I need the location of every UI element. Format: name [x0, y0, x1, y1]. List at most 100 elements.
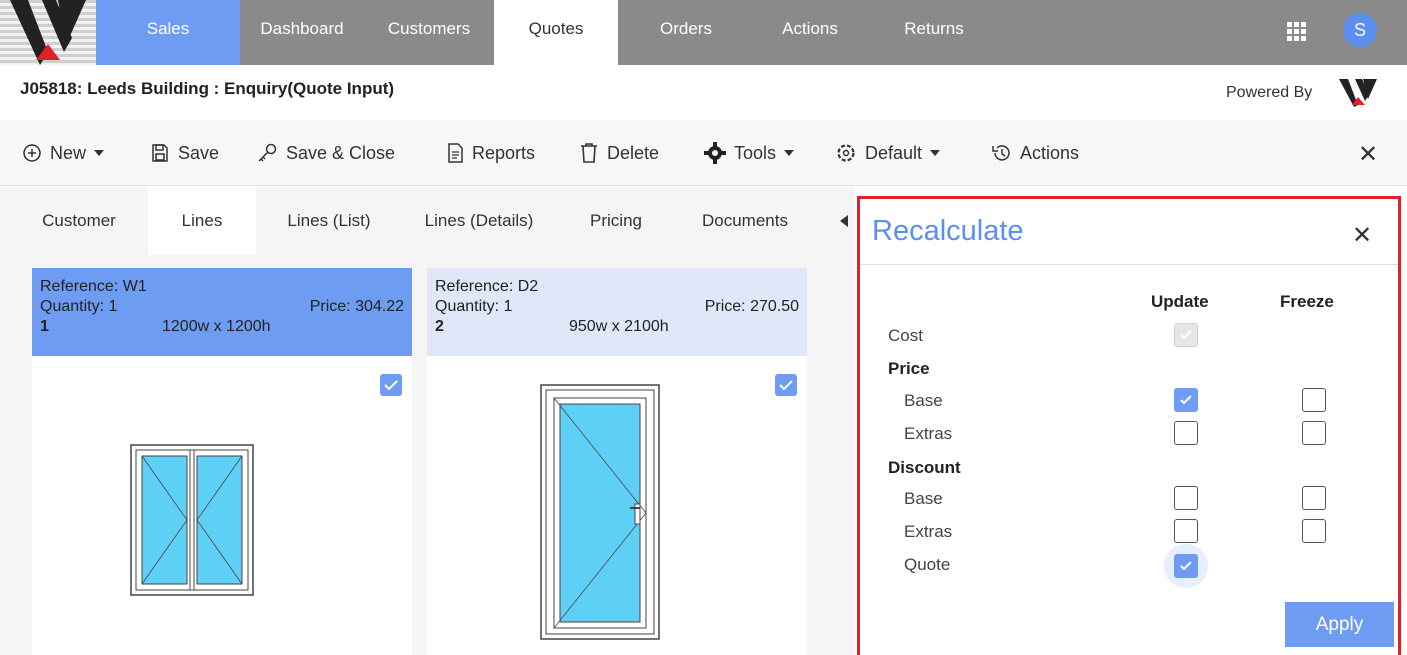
door-drawing — [540, 384, 660, 640]
price-extras-freeze-checkbox[interactable] — [1302, 421, 1326, 445]
chevron-left-icon[interactable] — [840, 215, 850, 227]
discount-section-label: Discount — [888, 458, 961, 477]
nav-tab-orders[interactable]: Orders — [618, 0, 754, 65]
page-header: J05818: Leeds Building : Enquiry(Quote I… — [0, 65, 1407, 120]
save-label: Save — [178, 142, 220, 163]
tab-lines-details[interactable]: Lines (Details) — [400, 187, 558, 255]
nav-tab-returns[interactable]: Returns — [866, 0, 1002, 65]
tools-button[interactable]: Tools — [704, 141, 795, 165]
powered-by-logo-icon — [1339, 79, 1377, 107]
discount-base-freeze-checkbox[interactable] — [1302, 486, 1326, 510]
recalculate-panel: Recalculate ✕ Update Freeze Cost Price B… — [857, 196, 1401, 655]
line-reference: Reference: D2 — [435, 278, 539, 295]
nav-tab-actions[interactable]: Actions — [754, 0, 866, 65]
logo-mark-icon — [10, 0, 86, 65]
company-logo — [0, 0, 96, 65]
checkmark-icon — [1180, 395, 1192, 405]
line-card-header: Reference: W1 Quantity: 1 Price: 304.22 1… — [32, 268, 412, 356]
line-select-checkbox[interactable] — [775, 374, 797, 396]
delete-button[interactable]: Delete — [579, 141, 659, 165]
apply-button[interactable]: Apply — [1285, 602, 1394, 647]
reports-button[interactable]: Reports — [446, 141, 535, 165]
new-button[interactable]: New — [22, 141, 105, 165]
line-reference: Reference: W1 — [40, 278, 147, 295]
line-price: Price: 304.22 — [309, 298, 404, 315]
nav-tab-quotes[interactable]: Quotes — [494, 0, 618, 65]
default-button[interactable]: Default — [835, 141, 941, 165]
plus-circle-icon — [23, 144, 41, 162]
window-drawing — [130, 444, 254, 596]
checkmark-icon — [779, 380, 793, 391]
actions-button[interactable]: Actions — [990, 141, 1079, 165]
tab-customer[interactable]: Customer — [18, 187, 140, 255]
toolbar: New Save Save & Close Reports Delete Too… — [0, 120, 1407, 186]
user-avatar[interactable]: S — [1343, 13, 1377, 47]
line-number: 2 — [435, 318, 444, 335]
app-grid-icon[interactable] — [1287, 22, 1307, 42]
caret-down-icon — [930, 150, 941, 156]
floppy-disk-icon — [152, 144, 168, 162]
cost-update-checkbox — [1174, 323, 1198, 347]
tab-documents[interactable]: Documents — [674, 187, 816, 255]
tab-lines-list[interactable]: Lines (List) — [264, 187, 394, 255]
save-close-button[interactable]: Save & Close — [256, 141, 395, 165]
line-quantity: Quantity: 1 — [435, 298, 513, 315]
line-size: 1200w x 1200h — [162, 318, 271, 335]
price-base-label: Base — [904, 391, 943, 410]
line-number: 1 — [40, 318, 49, 335]
default-label: Default — [865, 142, 923, 163]
checkmark-icon — [1180, 330, 1192, 340]
close-icon[interactable]: ✕ — [1358, 143, 1378, 167]
tab-pricing[interactable]: Pricing — [566, 187, 666, 255]
report-document-icon — [448, 143, 463, 163]
price-base-update-checkbox[interactable] — [1174, 388, 1198, 412]
tab-lines[interactable]: Lines — [148, 187, 256, 255]
history-icon — [992, 145, 1010, 161]
save-button[interactable]: Save — [150, 141, 219, 165]
price-section-label: Price — [888, 359, 930, 378]
divider — [860, 264, 1398, 265]
discount-extras-update-checkbox[interactable] — [1174, 519, 1198, 543]
delete-label: Delete — [607, 142, 660, 163]
line-select-checkbox[interactable] — [380, 374, 402, 396]
tools-label: Tools — [734, 142, 777, 163]
top-nav: Sales Dashboard Customers Quotes Orders … — [0, 0, 1407, 65]
nav-tab-customers[interactable]: Customers — [364, 0, 494, 65]
record-tabs: Customer Lines Lines (List) Lines (Detai… — [0, 187, 855, 255]
discount-quote-update-checkbox[interactable] — [1174, 554, 1198, 578]
page-title: J05818: Leeds Building : Enquiry(Quote I… — [20, 79, 395, 98]
line-price: Price: 270.50 — [704, 298, 799, 315]
caret-down-icon — [784, 150, 795, 156]
nav-tab-sales[interactable]: Sales — [96, 0, 240, 65]
line-quantity: Quantity: 1 — [40, 298, 118, 315]
save-close-label: Save & Close — [286, 142, 396, 163]
line-size: 950w x 2100h — [569, 318, 669, 335]
caret-down-icon — [94, 150, 105, 156]
discount-base-update-checkbox[interactable] — [1174, 486, 1198, 510]
price-extras-label: Extras — [904, 424, 953, 443]
powered-by-label: Powered By — [1226, 84, 1313, 101]
line-card-header: Reference: D2 Quantity: 1 Price: 270.50 2… — [427, 268, 807, 356]
key-icon — [258, 143, 277, 162]
new-label: New — [50, 142, 87, 163]
price-extras-update-checkbox[interactable] — [1174, 421, 1198, 445]
reports-label: Reports — [472, 142, 536, 163]
discount-quote-label: Quote — [904, 555, 951, 574]
price-base-freeze-checkbox[interactable] — [1302, 388, 1326, 412]
discount-extras-freeze-checkbox[interactable] — [1302, 519, 1326, 543]
trash-icon — [581, 143, 597, 163]
actions-label: Actions — [1020, 142, 1080, 163]
line-card[interactable]: Reference: D2 Quantity: 1 Price: 270.50 2… — [427, 268, 807, 655]
discount-base-label: Base — [904, 489, 943, 508]
discount-extras-label: Extras — [904, 522, 953, 541]
checkmark-icon — [384, 380, 398, 391]
cog-outline-icon — [837, 144, 855, 162]
gear-icon — [704, 142, 726, 164]
cost-label: Cost — [888, 326, 923, 345]
checkmark-icon — [1180, 561, 1192, 571]
panel-title: Recalculate — [872, 215, 1024, 247]
line-card[interactable]: Reference: W1 Quantity: 1 Price: 304.22 1… — [32, 268, 412, 655]
nav-tab-dashboard[interactable]: Dashboard — [240, 0, 364, 65]
freeze-column-header: Freeze — [1280, 292, 1334, 311]
close-icon[interactable]: ✕ — [1352, 221, 1372, 250]
